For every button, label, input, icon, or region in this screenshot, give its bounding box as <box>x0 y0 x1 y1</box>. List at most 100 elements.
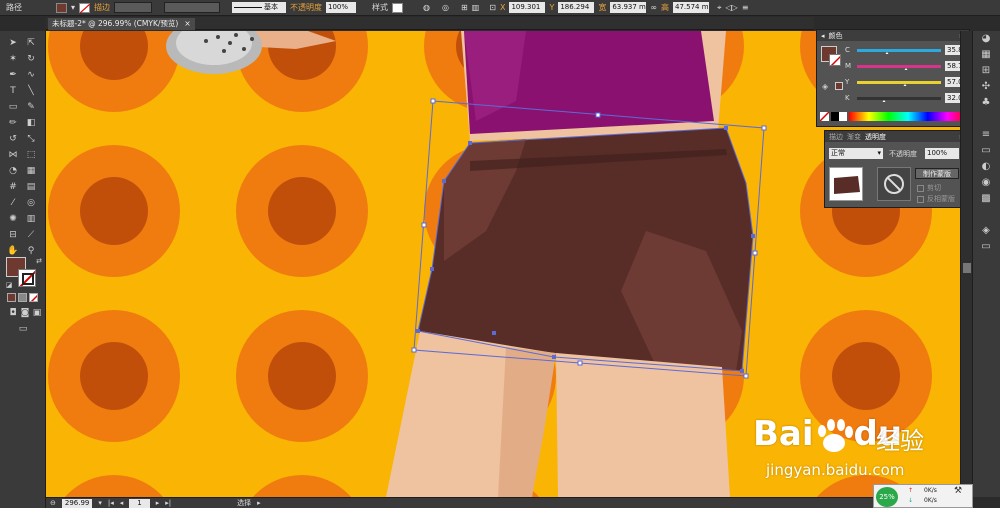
w-field[interactable]: 63.937 m <box>610 2 647 13</box>
transform-icon[interactable]: ⌖ <box>717 3 722 13</box>
rectangle-tool-icon[interactable]: ▭ <box>6 101 20 113</box>
gradient-tool-icon[interactable]: ▤ <box>24 181 38 193</box>
chevron-down-icon[interactable]: ▾ <box>98 499 102 507</box>
selection-tool-icon[interactable]: ➤ <box>6 37 20 49</box>
opacity-field[interactable]: 100% <box>925 148 959 159</box>
brushes-icon[interactable]: ✣ <box>979 81 993 93</box>
blend-mode-dropdown[interactable]: 正常 ▾ <box>829 148 883 159</box>
tab-transparency[interactable]: 透明度 <box>865 132 886 142</box>
document-tab[interactable]: 未标题-2* @ 296.99% (CMYK/预览) × <box>48 18 195 30</box>
swap-fill-stroke-icon[interactable]: ⇄ <box>32 255 46 267</box>
pen-tool-icon[interactable]: ✒ <box>6 69 20 81</box>
tab-stroke[interactable]: 描边 <box>829 132 843 142</box>
width-tool-icon[interactable]: ⋈ <box>6 149 20 161</box>
artboards-icon[interactable]: ▭ <box>979 241 993 253</box>
align-grid-icon[interactable]: ⊞ <box>461 3 468 12</box>
slider-track[interactable] <box>857 64 941 70</box>
color-panel-icon[interactable]: ◕ <box>979 33 993 45</box>
gradient-mode-icon[interactable] <box>18 293 27 302</box>
prev-page-icon[interactable]: ◂ <box>120 499 124 507</box>
slider-track[interactable] <box>857 80 941 86</box>
color-mode-icon[interactable] <box>7 293 16 302</box>
symbols-icon[interactable]: ♣ <box>979 97 993 109</box>
transparency-panel-icon[interactable]: ◐ <box>979 161 993 173</box>
settings-icon[interactable]: ⚒ <box>954 486 962 496</box>
make-mask-button[interactable]: 制作蒙版 <box>915 168 959 179</box>
appearance-icon[interactable]: ◉ <box>979 177 993 189</box>
opacity-label[interactable]: 不透明度 <box>290 2 322 13</box>
perspective-grid-icon[interactable]: ▦ <box>24 165 38 177</box>
h-field[interactable]: 47.574 m <box>673 2 709 13</box>
eraser-tool-icon[interactable]: ◧ <box>24 117 38 129</box>
mesh-tool-icon[interactable]: # <box>6 181 20 193</box>
artboard-tool-icon[interactable]: ⊟ <box>6 229 20 241</box>
page-field[interactable]: 1 <box>129 498 150 508</box>
zoom-down-icon[interactable]: ⊖ <box>50 499 56 507</box>
symbol-sprayer-icon[interactable]: ✺ <box>6 213 20 225</box>
graphic-style-swatch[interactable] <box>392 2 404 13</box>
screen-mode-icon[interactable]: ▭ <box>16 323 30 335</box>
status-menu-icon[interactable]: ▸ <box>257 499 261 507</box>
last-page-icon[interactable]: ▸| <box>165 499 171 507</box>
none-color-icon[interactable] <box>820 112 829 121</box>
stroke-label[interactable]: 描边 <box>94 2 110 13</box>
color-spectrum[interactable] <box>849 112 967 121</box>
vertical-scrollbar[interactable] <box>960 31 972 497</box>
next-page-icon[interactable]: ▸ <box>156 499 160 507</box>
panel-collapse-icon[interactable]: ◂ <box>821 32 825 40</box>
opacity-field[interactable]: 100% <box>326 2 357 13</box>
clip-checkbox-row[interactable]: 剪切 <box>917 183 941 193</box>
color-guide-icon[interactable]: ▦ <box>979 49 993 61</box>
blend-tool-icon[interactable]: ◎ <box>24 197 38 209</box>
out-of-gamut-icon[interactable]: ◈ <box>822 82 828 91</box>
chevron-down-icon[interactable]: ▾ <box>71 3 75 12</box>
gradient-panel-icon[interactable]: ▭ <box>979 145 993 157</box>
fill-color-swatch[interactable] <box>56 2 67 13</box>
scale-tool-icon[interactable]: ⤡ <box>24 133 38 145</box>
slider-track[interactable] <box>857 96 941 102</box>
shape-builder-icon[interactable]: ◔ <box>6 165 20 177</box>
rotate-tool-icon[interactable]: ↺ <box>6 133 20 145</box>
invert-mask-checkbox-row[interactable]: 反相蒙版 <box>917 194 955 204</box>
y-field[interactable]: 186.294 <box>558 2 595 13</box>
object-thumbnail[interactable] <box>829 167 863 201</box>
close-icon[interactable]: × <box>184 18 190 30</box>
stroke-weight-field[interactable] <box>114 2 153 13</box>
gamut-swatch[interactable] <box>835 82 843 90</box>
isolate-icon[interactable]: ◎ <box>442 3 449 12</box>
x-field[interactable]: 109.301 <box>509 2 546 13</box>
link-icon[interactable]: ∞ <box>650 3 657 12</box>
swatches-icon[interactable]: ⊞ <box>979 65 993 77</box>
panel-stroke-swatch[interactable] <box>829 54 841 66</box>
zoom-field[interactable]: 296.99 <box>61 498 93 508</box>
transform-reference-icon[interactable]: ⊡ <box>489 3 496 12</box>
variable-width-dropdown[interactable] <box>164 2 221 13</box>
flip-icon[interactable]: ◁▷ <box>726 3 738 12</box>
free-transform-icon[interactable]: ⬚ <box>24 149 38 161</box>
memory-percent-badge[interactable]: 25% <box>876 487 898 507</box>
magic-wand-icon[interactable]: ✶ <box>6 53 20 65</box>
paintbrush-icon[interactable]: ✎ <box>24 101 38 113</box>
type-tool-icon[interactable]: T <box>6 85 20 97</box>
menu-icon[interactable]: ≡ <box>742 3 749 12</box>
lasso-icon[interactable]: ↻ <box>24 53 38 65</box>
tab-gradient[interactable]: 渐变 <box>847 132 861 142</box>
layers-icon[interactable]: ◈ <box>979 225 993 237</box>
eyedropper-icon[interactable]: ⁄ <box>6 197 20 209</box>
line-tool-icon[interactable]: ╲ <box>24 85 38 97</box>
align-icon[interactable]: ▥ <box>472 3 480 12</box>
slice-tool-icon[interactable]: ⟋ <box>24 229 38 241</box>
curvature-tool-icon[interactable]: ∿ <box>24 69 38 81</box>
graphic-styles-icon[interactable]: ▩ <box>979 193 993 205</box>
hand-tool-icon[interactable]: ✋ <box>6 245 20 257</box>
slider-track[interactable] <box>857 48 941 54</box>
stroke-panel-icon[interactable]: ≡ <box>979 129 993 141</box>
default-colors-icon[interactable]: ◪ <box>2 279 16 291</box>
draw-inside-icon[interactable]: ▣ <box>30 307 44 319</box>
stroke-swatch[interactable] <box>18 269 36 287</box>
pencil-tool-icon[interactable]: ✏ <box>6 117 20 129</box>
graph-tool-icon[interactable]: ▥ <box>24 213 38 225</box>
none-mode-icon[interactable] <box>29 293 38 302</box>
color-panel-title[interactable]: 颜色 <box>829 31 843 41</box>
mask-thumbnail[interactable] <box>877 167 911 201</box>
